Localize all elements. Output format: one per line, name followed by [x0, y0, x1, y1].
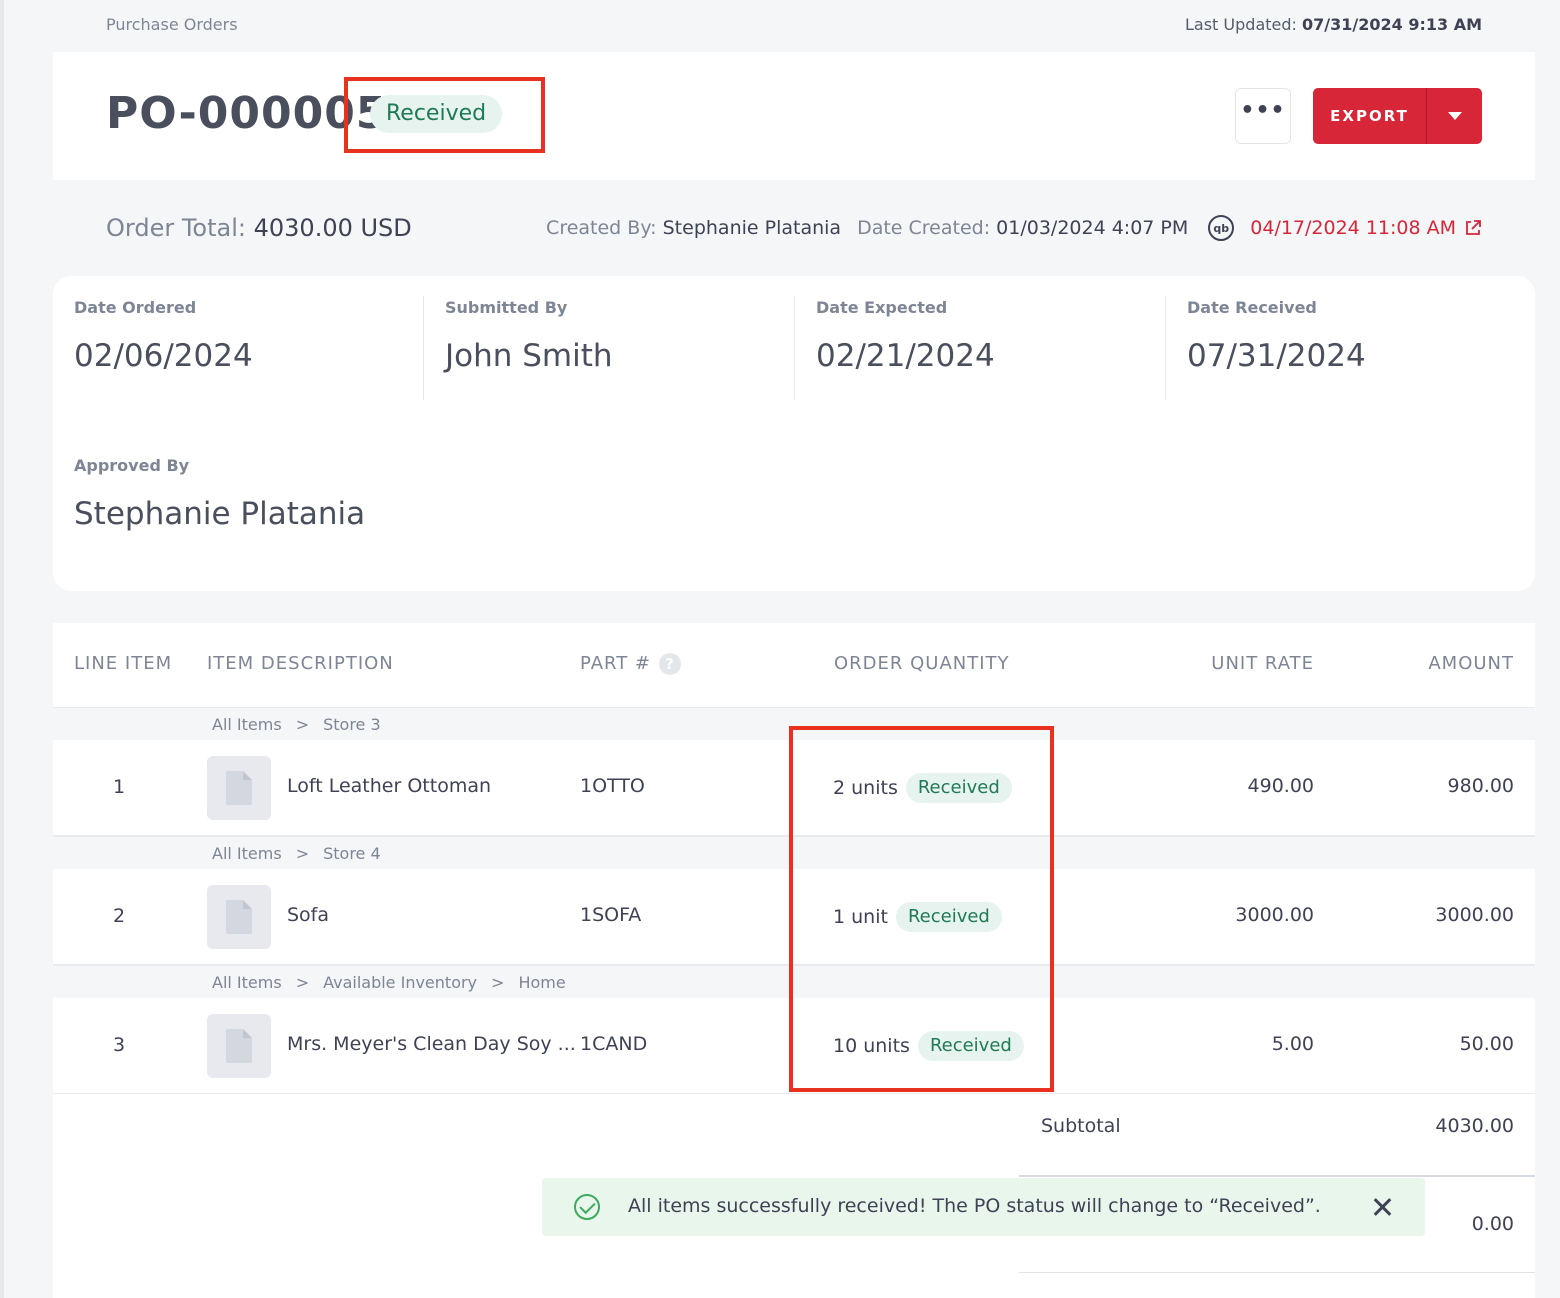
document-icon	[226, 771, 252, 805]
document-icon	[226, 1029, 252, 1063]
left-rail	[0, 0, 4, 1298]
unit-rate: 490.00	[1247, 775, 1314, 797]
date-created-label: Date Created:	[857, 217, 991, 239]
amount: 50.00	[1459, 1033, 1514, 1055]
part-number: 1CAND	[580, 1033, 648, 1055]
item-description: Loft Leather Ottoman	[287, 775, 492, 797]
category-path-item[interactable]: Home	[518, 973, 565, 992]
amount: 980.00	[1447, 775, 1514, 797]
last-updated: Last Updated: 07/31/2024 9:13 AM	[1185, 15, 1482, 34]
category-path: All Items > Store 4	[212, 844, 381, 863]
quickbooks-sync-date: 04/17/2024 11:08 AM	[1250, 217, 1456, 239]
item-description: Mrs. Meyer's Clean Day Soy ...	[287, 1033, 576, 1055]
category-path: All Items > Available Inventory > Home	[212, 973, 566, 992]
header-order-quantity: ORDER QUANTITY	[834, 653, 1010, 674]
item-thumbnail	[207, 885, 271, 949]
topbar: Purchase Orders Last Updated: 07/31/2024…	[106, 12, 1482, 36]
submitted-by-value: John Smith	[445, 338, 613, 374]
breadcrumb[interactable]: Purchase Orders	[106, 15, 238, 34]
date-received-field: Date Received 07/31/2024	[1165, 296, 1535, 400]
header-part: PART #?	[580, 653, 682, 675]
toast-message: All items successfully received! The PO …	[628, 1195, 1321, 1217]
order-meta: Created By: Stephanie Platania Date Crea…	[546, 215, 1482, 241]
chevron-right-icon: >	[491, 973, 505, 992]
last-updated-label: Last Updated:	[1185, 14, 1297, 34]
po-header: PO-000005 Received ••• EXPORT	[53, 52, 1535, 180]
part-number: 1OTTO	[580, 775, 645, 797]
created-by-value: Stephanie Platania	[662, 217, 842, 239]
header-amount: AMOUNT	[1428, 653, 1514, 674]
header-line-item: LINE ITEM	[74, 653, 173, 674]
export-button[interactable]: EXPORT	[1313, 88, 1426, 144]
date-expected-label: Date Expected	[816, 298, 948, 317]
export-dropdown-button[interactable]	[1426, 88, 1482, 144]
annotation-box-status	[344, 77, 545, 153]
date-ordered-field: Date Ordered 02/06/2024	[53, 296, 423, 400]
totals-divider	[1019, 1272, 1535, 1273]
close-icon[interactable]	[1369, 1194, 1395, 1220]
created-by: Created By: Stephanie Platania	[546, 217, 841, 239]
approved-by-label: Approved By	[74, 456, 190, 475]
subtotal-value: 4030.00	[1435, 1115, 1514, 1137]
date-expected-value: 02/21/2024	[816, 338, 995, 374]
success-toast: All items successfully received! The PO …	[542, 1178, 1425, 1236]
part-number: 1SOFA	[580, 904, 642, 926]
line-number: 1	[113, 776, 126, 798]
quickbooks-sync-link[interactable]: 04/17/2024 11:08 AM	[1250, 217, 1482, 239]
category-path: All Items > Store 3	[212, 715, 381, 734]
header-unit-rate: UNIT RATE	[1211, 653, 1314, 674]
more-icon: •••	[1240, 98, 1286, 123]
item-thumbnail	[207, 756, 271, 820]
chevron-right-icon: >	[295, 715, 310, 734]
category-path-item[interactable]: All Items	[212, 973, 282, 992]
category-path-item[interactable]: All Items	[212, 844, 282, 863]
subtotal-label: Subtotal	[1041, 1115, 1121, 1137]
check-circle-icon	[574, 1194, 600, 1220]
approved-by-value: Stephanie Platania	[74, 496, 366, 532]
help-icon[interactable]: ?	[659, 653, 682, 675]
more-options-button[interactable]: •••	[1235, 88, 1291, 144]
item-thumbnail	[207, 1014, 271, 1078]
date-received-value: 07/31/2024	[1187, 338, 1366, 374]
caret-down-icon	[1447, 112, 1462, 120]
date-created: Date Created: 01/03/2024 4:07 PM	[857, 217, 1188, 239]
line-number: 2	[113, 905, 126, 927]
secondary-total-value: 0.00	[1471, 1213, 1514, 1235]
category-path-item[interactable]: All Items	[212, 715, 282, 734]
submitted-by-label: Submitted By	[445, 298, 568, 317]
date-ordered-label: Date Ordered	[74, 298, 197, 317]
date-expected-field: Date Expected 02/21/2024	[794, 296, 1165, 400]
totals-divider	[1019, 1175, 1535, 1177]
category-path-item[interactable]: Store 3	[323, 715, 381, 734]
submitted-by-field: Submitted By John Smith	[423, 296, 794, 400]
annotation-box-quantities	[789, 726, 1054, 1092]
date-ordered-value: 02/06/2024	[74, 338, 253, 374]
quickbooks-icon: qb	[1208, 215, 1235, 241]
header-part-label: PART #	[580, 653, 652, 674]
header-item-description: ITEM DESCRIPTION	[207, 653, 394, 674]
amount: 3000.00	[1435, 904, 1514, 926]
po-details-card: Date Ordered 02/06/2024 Submitted By Joh…	[53, 276, 1535, 591]
item-description: Sofa	[287, 904, 330, 926]
category-path-item[interactable]: Available Inventory	[323, 973, 477, 992]
order-total-value: 4030.00 USD	[253, 214, 412, 242]
last-updated-value: 07/31/2024 9:13 AM	[1302, 14, 1482, 34]
order-total-label: Order Total:	[106, 214, 246, 242]
export-button-group: EXPORT	[1313, 88, 1482, 144]
unit-rate: 3000.00	[1235, 904, 1314, 926]
order-total: Order Total: 4030.00 USD	[106, 214, 412, 242]
unit-rate: 5.00	[1271, 1033, 1314, 1055]
approved-by-field: Approved By Stephanie Platania	[53, 454, 553, 558]
external-link-icon	[1466, 220, 1481, 235]
category-path-item[interactable]: Store 4	[323, 844, 381, 863]
created-by-label: Created By:	[546, 217, 657, 239]
date-received-label: Date Received	[1187, 298, 1317, 317]
date-created-value: 01/03/2024 4:07 PM	[996, 217, 1189, 239]
chevron-right-icon: >	[295, 973, 310, 992]
order-summary: Order Total: 4030.00 USD Created By: Ste…	[106, 208, 1482, 248]
document-icon	[226, 900, 252, 934]
chevron-right-icon: >	[295, 844, 310, 863]
line-number: 3	[113, 1034, 126, 1056]
